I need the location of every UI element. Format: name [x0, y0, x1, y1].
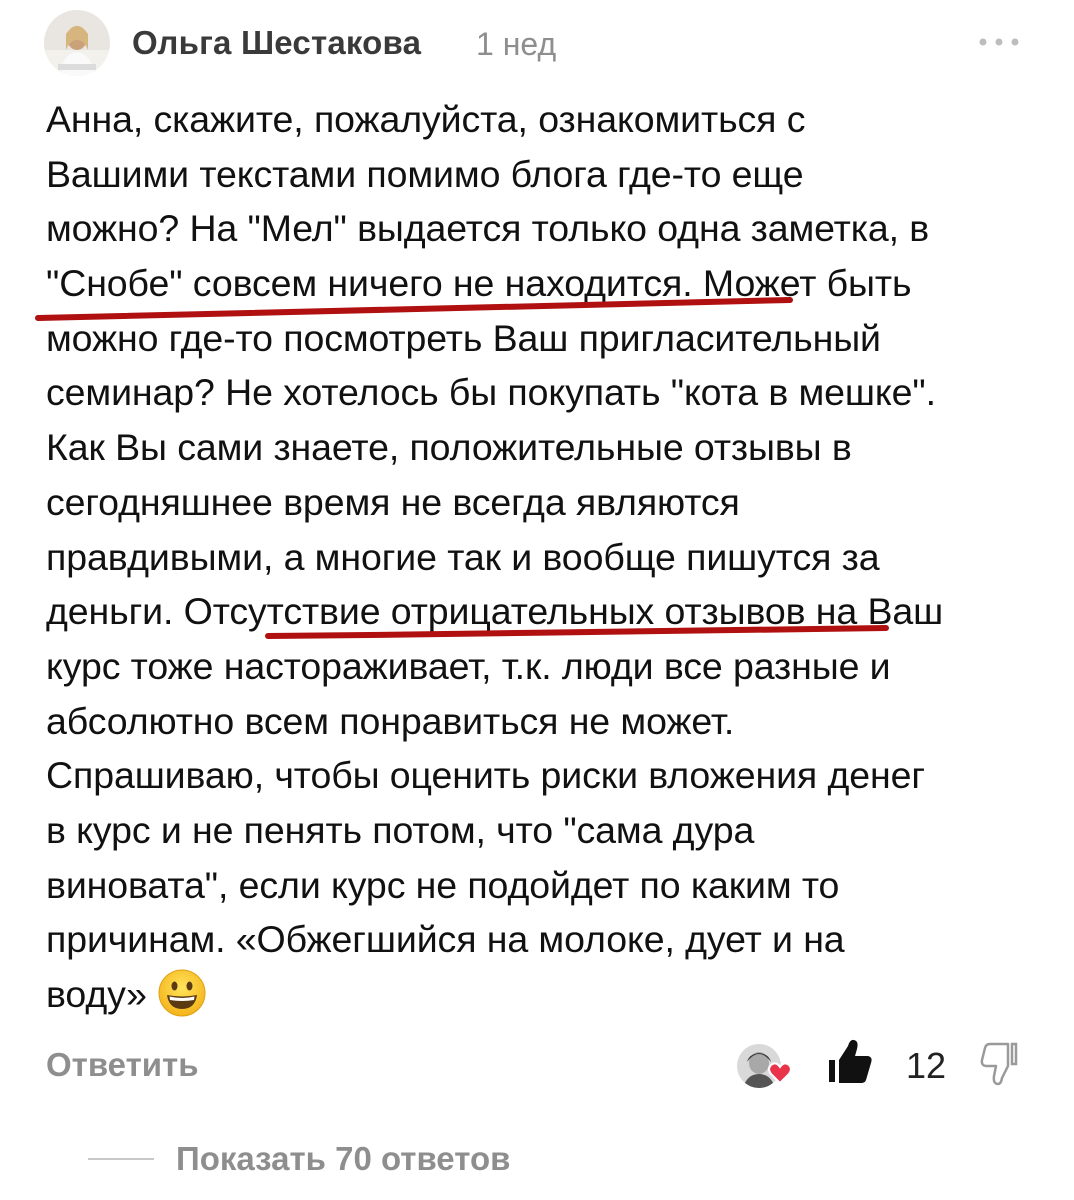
- comment-header: Ольга Шестакова 1 нед: [0, 0, 1074, 90]
- show-replies-button[interactable]: Показать 70 ответов: [176, 1140, 510, 1178]
- comment-line: Анна, скажите, пожалуйста, ознакомиться …: [46, 98, 806, 140]
- comment-line: курс тоже настораживает, т.к. люди все р…: [46, 644, 891, 687]
- comment-line: Как Вы сами знаете, положительные отзывы…: [46, 426, 852, 469]
- comment-line: можно где-то посмотреть Ваш пригласитель…: [46, 316, 881, 359]
- replies-divider: [88, 1158, 154, 1160]
- comment-line: Вашими текстами помимо блога где-то еще: [46, 152, 804, 195]
- author-avatar[interactable]: [44, 10, 110, 76]
- thumbs-down-icon[interactable]: [980, 1040, 1024, 1088]
- comment-body: Анна, скажите, пожалуйста, ознакомиться …: [46, 92, 1056, 1022]
- comment-line: правдивыми, а многие так и вообще пишутс…: [46, 535, 880, 578]
- comment-line-text: воду»: [46, 973, 147, 1015]
- comment-line: деньги. Отсутствие отрицательных отзывов…: [46, 590, 944, 633]
- grinning-face-emoji: [157, 968, 207, 1018]
- comment-line: виновата", если курс не подойдет по каки…: [46, 863, 840, 906]
- comment-line: Спрашиваю, чтобы оценить риски вложения …: [46, 754, 925, 797]
- comment-line: можно? На "Мел" выдается только одна зам…: [46, 207, 930, 250]
- comment-line: абсолютно всем понравиться не может.: [46, 699, 735, 742]
- author-name[interactable]: Ольга Шестакова: [132, 24, 421, 62]
- thumbs-up-icon[interactable]: [826, 1036, 874, 1086]
- comment-line: семинар? Не хотелось бы покупать "кота в…: [46, 371, 936, 414]
- comment-line: "Снобе" совсем ничего не находится. Може…: [46, 262, 912, 305]
- comment-last-line: воду»: [46, 967, 1056, 1022]
- like-count: 12: [906, 1045, 947, 1086]
- comment-line: причинам. «Обжегшийся на молоке, дует и …: [46, 918, 845, 961]
- comment-timestamp: 1 нед: [476, 26, 557, 62]
- more-dots-icon[interactable]: [976, 26, 1022, 56]
- heart-icon: [768, 1062, 792, 1085]
- comment-line: в курс и не пенять потом, что "сама дура: [46, 808, 755, 851]
- comment-line: сегодняшнее время не всегда являются: [46, 480, 740, 523]
- reply-button[interactable]: Ответить: [46, 1046, 199, 1084]
